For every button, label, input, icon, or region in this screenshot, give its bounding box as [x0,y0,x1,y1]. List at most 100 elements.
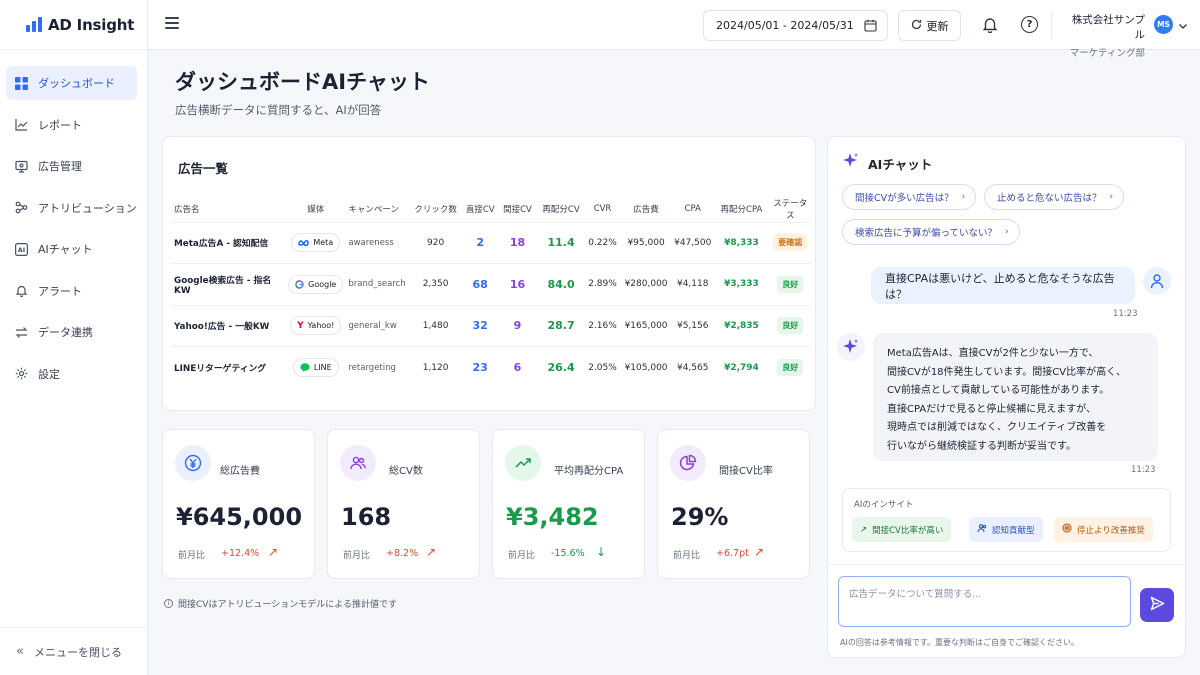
clicks: 920 [408,222,463,264]
ad-name[interactable]: LINEリターゲティング [171,347,287,389]
indirect-cv: 6 [513,361,522,374]
suggestion-chip[interactable]: 検索広告に予算が偏っていない？ › [842,219,1020,245]
table-row[interactable]: Google検索広告 - 指名KW Google brand_search 2,… [171,263,811,306]
kpi-delta: +8.2% [386,548,419,559]
sidebar-item-attribution[interactable]: アトリビューション [6,191,137,225]
column-header[interactable]: 広告名 [171,197,288,223]
column-header[interactable]: 媒体 [287,197,345,223]
clicks: 1,120 [422,362,449,373]
media-badge-yahoo: Y Yahoo! [290,316,342,336]
app-name: AD Insight [48,15,135,34]
sidebar-item-label: 広告管理 [38,160,82,173]
direct-cv: 32 [462,305,498,347]
notification-bell-icon[interactable] [982,16,998,36]
suggestion-chip[interactable]: 止めると危ない広告は？ › [984,184,1125,210]
date-range-value: 2024/05/01 - 2024/05/31 [716,19,854,32]
chevron-right-icon: › [961,192,966,202]
column-header[interactable]: 直接CV [462,197,498,223]
trend-up-icon [505,445,541,481]
kpi-card-total-cost: 総広告費 ¥645,000 前月比 +12.4% ↗ [162,429,315,579]
chat-input-placeholder: 広告データについて質問する... [849,589,982,600]
column-header[interactable]: クリック数 [408,197,463,223]
refresh-button[interactable]: 更新 [898,10,961,41]
sidebar-item-data-integration[interactable]: データ連携 [6,315,137,349]
network-icon [14,201,28,215]
ad-name[interactable]: Yahoo!広告 - 一般KW [171,305,288,347]
realloc-cpa: ¥3,333 [713,263,770,306]
account-info[interactable]: 株式会社サンプル マーケティング部 [1065,12,1145,59]
column-header[interactable]: 再配分CPA [713,197,770,223]
table-header-row: 広告名 媒体 キャンペーン クリック数 直接CV 間接CV 再配分CV CVR … [171,197,811,223]
info-icon: i [164,599,173,608]
page-title: ダッシュボードAIチャット [175,70,430,94]
message-timestamp: 11:23 [1131,465,1156,475]
sidebar-item-ai-chat[interactable]: AI AIチャット [6,232,137,266]
column-header[interactable]: 間接CV [497,197,538,223]
column-header[interactable]: 再配分CV [537,197,585,223]
cvr: 2.05% [588,362,617,373]
chevron-right-icon: › [1005,227,1009,237]
app-logo[interactable]: AD Insight [0,0,147,50]
insight-chip[interactable]: ↗ 間接CV比率が高い [852,517,952,542]
column-header[interactable]: 広告費 [620,197,672,223]
table-row[interactable]: Meta広告A - 認知配信 Meta awareness 920 2 18 1… [171,222,811,264]
sidebar-nav: ダッシュボード レポート 広告管理 アトリビューション AI AIチャット アラ… [0,66,147,391]
pie-icon [670,445,706,481]
ai-message-line: Meta広告Aは、直接CVが2件と少ない一方で、 [887,348,1099,359]
chat-disclaimer: AIの回答は参考情報です。重要な判断はご自身でご確認ください。 [840,638,1080,647]
status-badge: 良好 [777,275,804,293]
kpi-compare-label: 前月比 [508,551,536,561]
realloc-cpa: ¥2,835 [713,305,770,347]
kpi-value: 168 [341,503,392,531]
chat-input[interactable]: 広告データについて質問する... [838,576,1131,627]
svg-text:AI: AI [17,246,24,254]
sidebar-item-label: アトリビューション [38,201,137,215]
column-header[interactable]: キャンペーン [344,197,409,223]
ad-name[interactable]: Google検索広告 - 指名KW [171,263,288,306]
collapse-menu-button[interactable]: « メニューを閉じる [0,627,147,675]
column-header[interactable]: CPA [671,197,714,223]
insight-label: AIのインサイト [854,500,914,510]
cpa: ¥5,156 [671,305,714,347]
footnote-text: 間接CVはアトリビューションモデルによる推計値です [178,600,397,610]
yen-icon [175,445,211,481]
cvr: 2.16% [584,305,621,347]
kpi-card-indirect-cv-ratio: 間接CV比率 29% 前月比 +6.7pt ↗ [657,429,810,579]
kpi-label: 間接CV比率 [719,466,773,477]
avatar[interactable]: MS [1154,15,1173,34]
google-logo-icon [295,279,304,289]
column-header[interactable]: ステータス [769,197,811,223]
direct-cv: 23 [472,361,488,374]
insight-chip[interactable]: 停止より改善推奨 [1054,517,1153,542]
realloc-cv: 84.0 [537,263,585,306]
sidebar-item-ad-management[interactable]: 広告管理 [6,149,137,183]
hamburger-menu-icon[interactable] [165,17,179,29]
ai-message-line: CV前接点として貢献している可能性があります。 [887,385,1110,396]
table-row[interactable]: LINEリターゲティング LINE retargeting 1,120 23 6… [171,347,811,389]
message-timestamp: 11:23 [1113,309,1138,319]
ad-name[interactable]: Meta広告A - 認知配信 [171,222,288,264]
help-icon[interactable]: ? [1021,16,1038,33]
table-row[interactable]: Yahoo!広告 - 一般KW Y Yahoo! general_kw 1,480… [171,305,811,347]
ad-cost: ¥165,000 [620,305,672,347]
send-button[interactable] [1140,588,1174,622]
suggestion-chip[interactable]: 間接CVが多い広告は？ › [842,184,977,210]
arrow-down-icon: ↓ [596,545,607,559]
sidebar-item-alert[interactable]: アラート [6,274,137,308]
ai-insight-box: AIのインサイト ↗ 間接CV比率が高い 認知貢献型 停止より改善推奨 [842,488,1171,552]
sidebar-item-label: 設定 [38,367,60,381]
gear-icon [14,367,28,381]
chevron-down-icon[interactable] [1178,20,1188,29]
sidebar-item-report[interactable]: レポート [6,108,137,142]
sidebar-item-settings[interactable]: 設定 [6,357,137,391]
chat-divider [828,564,1185,565]
kpi-compare-label: 前月比 [673,551,701,561]
kpi-delta: +6.7pt [716,548,749,559]
date-range-picker[interactable]: 2024/05/01 - 2024/05/31 [703,10,888,41]
insight-chip[interactable]: 認知貢献型 [969,517,1043,542]
kpi-card-avg-realloc-cpa: 平均再配分CPA ¥3,482 前月比 -15.6% ↓ [492,429,645,579]
column-header[interactable]: CVR [584,197,621,223]
sidebar-item-dashboard[interactable]: ダッシュボード [6,66,137,100]
target-icon [1062,523,1072,536]
ai-sparkle-icon [837,333,865,361]
